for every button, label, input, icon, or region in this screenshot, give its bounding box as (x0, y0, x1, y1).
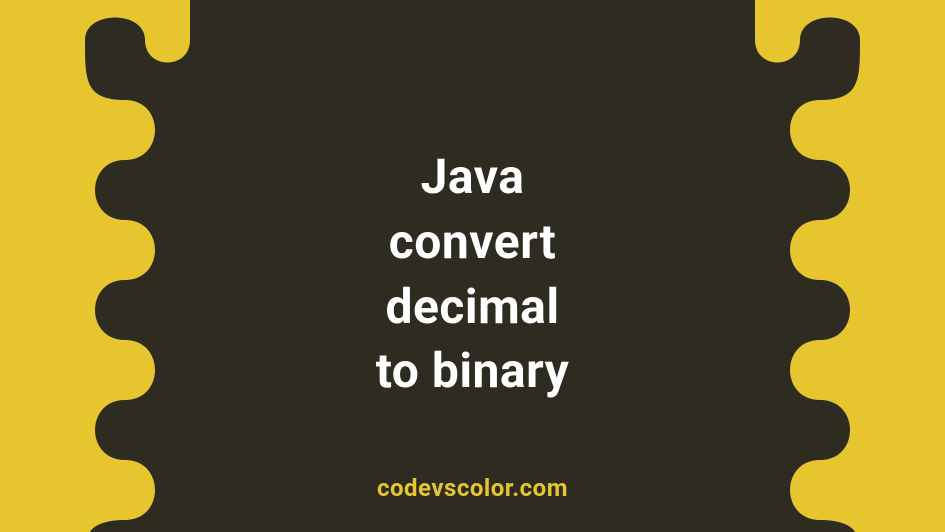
banner-title: Java convert decimal to binary (0, 145, 945, 404)
title-line-3: decimal (0, 275, 945, 340)
credit-text: codevscolor.com (0, 474, 945, 502)
banner-canvas: Java convert decimal to binary codevscol… (0, 0, 945, 532)
title-line-1: Java (0, 145, 945, 210)
title-line-4: to binary (0, 339, 945, 404)
title-line-2: convert (0, 210, 945, 275)
